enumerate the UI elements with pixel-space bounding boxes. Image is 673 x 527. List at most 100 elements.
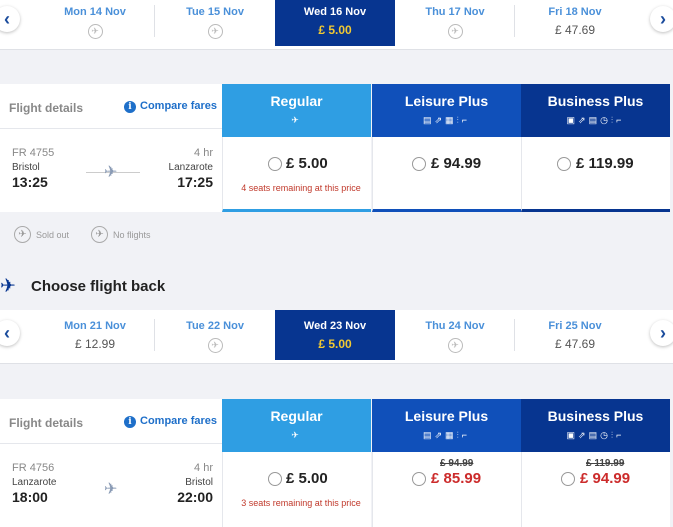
fare-price: £ 119.99 [576, 155, 634, 172]
seats-remaining: 3 seats remaining at this price [241, 498, 361, 508]
no-flight-icon: ✈ [447, 24, 463, 39]
fare-features-icons: ▣⇗▤◷⫶⌐ [566, 430, 625, 440]
chevron-right-icon[interactable]: › [650, 320, 673, 346]
fare-radio[interactable] [412, 157, 426, 171]
fare-name: Business Plus [547, 408, 644, 424]
plane-icon: ✈ [104, 164, 118, 181]
date-tab-1[interactable]: Tue 15 Nov ✈ [155, 0, 275, 46]
flight-duration: 4 hr [194, 462, 213, 474]
date-label: Tue 15 Nov [186, 6, 244, 18]
fare-business-plus[interactable]: Business Plus ▣⇗▤◷⫶⌐ £ 119.99 [521, 84, 670, 212]
info-icon: i [124, 416, 136, 428]
fare-features-icons: ▣⇗▤◷⫶⌐ [566, 115, 625, 125]
fare-features-icons: ▤⇗▦⫶⌐ [422, 115, 471, 125]
departure-city: Bristol [12, 162, 40, 173]
fare-price: £ 85.99 [431, 470, 482, 487]
flight-details-title: Flight details [9, 416, 84, 430]
sold-out-icon: ✈ [14, 226, 31, 243]
date-label: Mon 21 Nov [64, 320, 126, 332]
no-flight-icon: ✈ [447, 338, 463, 353]
date-tab-0[interactable]: Mon 14 Nov ✈ [35, 0, 155, 46]
date-price: £ 47.69 [554, 23, 596, 37]
plane-icon: ✈ [291, 430, 302, 440]
date-label: Fri 25 Nov [548, 320, 602, 332]
date-tab-3[interactable]: Thu 24 Nov ✈ [395, 310, 515, 360]
date-label: Wed 16 Nov [303, 6, 367, 18]
date-tab-3[interactable]: Thu 17 Nov ✈ [395, 0, 515, 46]
fare-name: Regular [270, 408, 323, 424]
outbound-date-strip: ‹ Mon 14 Nov ✈ Tue 15 Nov ✈ Wed 16 Nov £… [0, 0, 673, 50]
seats-remaining: 4 seats remaining at this price [241, 183, 361, 193]
fare-leisure-plus[interactable]: Leisure Plus ▤⇗▦⫶⌐ £ 94.99 £ 85.99 [372, 399, 521, 527]
chevron-right-icon[interactable]: › [650, 6, 673, 32]
fare-radio[interactable] [412, 472, 426, 486]
fare-price: £ 5.00 [286, 470, 328, 487]
flight-info: Flight details i Compare fares FR 4756 4 … [0, 399, 222, 527]
old-price: £ 119.99 [586, 458, 625, 469]
return-section-title: ✈ Choose flight back [0, 275, 165, 298]
fare-price: £ 5.00 [286, 155, 328, 172]
fare-regular[interactable]: Regular ✈ £ 5.00 4 seats remaining at th… [222, 84, 371, 212]
fare-radio[interactable] [268, 472, 282, 486]
flight-duration: 4 hr [194, 147, 213, 159]
fare-features-icons: ▤⇗▦⫶⌐ [422, 430, 471, 440]
chevron-left-icon[interactable]: ‹ [0, 6, 20, 32]
arrival-time: 17:25 [177, 174, 213, 190]
fare-radio[interactable] [557, 157, 571, 171]
date-label: Fri 18 Nov [548, 6, 602, 18]
no-flight-icon: ✈ [207, 24, 223, 39]
date-price: £ 12.99 [74, 337, 116, 351]
plane-icon: ✈ [104, 481, 118, 498]
date-price: £ 5.00 [318, 23, 352, 37]
date-price: £ 5.00 [318, 337, 352, 351]
date-label: Thu 24 Nov [425, 320, 485, 332]
departure-time: 18:00 [12, 489, 48, 505]
flight-number: FR 4756 [12, 462, 55, 474]
fare-radio[interactable] [561, 472, 575, 486]
old-price: £ 94.99 [440, 458, 474, 469]
fare-radio[interactable] [268, 157, 282, 171]
no-flight-icon: ✈ [207, 338, 223, 353]
return-flight-card: Flight details i Compare fares FR 4756 4 … [0, 399, 672, 527]
fare-name: Regular [270, 93, 323, 109]
date-tab-2-selected[interactable]: Wed 23 Nov £ 5.00 [275, 310, 395, 360]
arrival-city: Bristol [185, 477, 213, 488]
fare-regular[interactable]: Regular ✈ £ 5.00 3 seats remaining at th… [222, 399, 371, 527]
plane-icon: ✈ [291, 115, 302, 125]
arrival-city: Lanzarote [168, 162, 213, 173]
fare-name: Business Plus [547, 93, 644, 109]
date-tab-1[interactable]: Tue 22 Nov ✈ [155, 310, 275, 360]
no-flights-icon: ✈ [91, 226, 109, 243]
flight-number: FR 4755 [12, 147, 55, 159]
date-label: Mon 14 Nov [64, 6, 126, 18]
date-tab-4[interactable]: Fri 18 Nov £ 47.69 [515, 0, 635, 46]
outbound-flight-card: Flight details i Compare fares FR 4755 4 … [0, 84, 672, 212]
fare-name: Leisure Plus [404, 93, 489, 109]
fare-price: £ 94.99 [431, 155, 482, 172]
chevron-left-icon[interactable]: ‹ [0, 320, 20, 346]
date-label: Tue 22 Nov [186, 320, 244, 332]
compare-fares-link[interactable]: i Compare fares [124, 415, 217, 428]
no-flights-label: No flights [113, 229, 151, 240]
flight-info: Flight details i Compare fares FR 4755 4 … [0, 84, 222, 212]
fare-name: Leisure Plus [404, 408, 489, 424]
flight-details-title: Flight details [9, 101, 84, 115]
date-label: Wed 23 Nov [303, 320, 367, 332]
compare-fares-link[interactable]: i Compare fares [124, 100, 217, 113]
departure-city: Lanzarote [12, 477, 57, 488]
info-icon: i [124, 101, 136, 113]
date-tab-4[interactable]: Fri 25 Nov £ 47.69 [515, 310, 635, 360]
date-tab-0[interactable]: Mon 21 Nov £ 12.99 [35, 310, 155, 360]
legend: ✈ Sold out ✈ No flights [14, 226, 151, 243]
plane-icon: ✈ [0, 276, 16, 297]
sold-out-label: Sold out [36, 229, 70, 240]
departure-time: 13:25 [12, 174, 48, 190]
fare-business-plus[interactable]: Business Plus ▣⇗▤◷⫶⌐ £ 119.99 £ 94.99 [521, 399, 670, 527]
return-date-strip: ‹ Mon 21 Nov £ 12.99 Tue 22 Nov ✈ Wed 23… [0, 310, 673, 364]
fare-leisure-plus[interactable]: Leisure Plus ▤⇗▦⫶⌐ £ 94.99 [372, 84, 521, 212]
date-tab-2-selected[interactable]: Wed 16 Nov £ 5.00 [275, 0, 395, 46]
no-flight-icon: ✈ [87, 24, 103, 39]
date-label: Thu 17 Nov [425, 6, 485, 18]
arrival-time: 22:00 [177, 489, 213, 505]
date-price: £ 47.69 [554, 337, 596, 351]
